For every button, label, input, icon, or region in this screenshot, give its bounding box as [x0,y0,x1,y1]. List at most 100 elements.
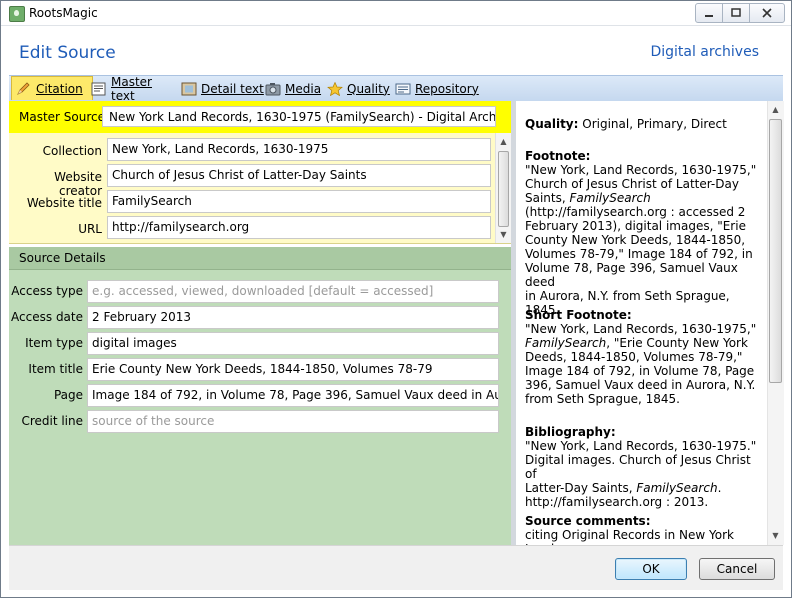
tab-label: Citation [36,81,83,96]
website-title-field[interactable]: FamilySearch [107,190,491,213]
quality-label: Quality: [525,117,579,131]
field-label: Credit line [21,414,83,428]
minimize-icon [705,15,713,17]
tab-detail-text[interactable]: Detail text [177,77,269,100]
scroll-up-icon[interactable]: ▲ [498,136,509,147]
tab-media[interactable]: Media [261,77,329,100]
footnote-text: County New York Deeds, 1844-1850, [525,233,746,247]
master-source-field[interactable]: New York Land Records, 1630-1975 (Family… [102,106,496,127]
source-details-title: Source Details [19,251,106,265]
quality-value: Original, Primary, Direct [582,117,727,131]
bibliography-block: Bibliography: "New York, Land Records, 1… [525,425,765,509]
close-button[interactable] [750,4,784,22]
master-source-label: Master Source [19,110,106,124]
quality-line: Quality: Original, Primary, Direct [525,117,765,131]
access-date-field[interactable]: 2 February 2013 [87,306,499,329]
bibliography-text: "New York, Land Records, 1630-1975." [525,439,757,453]
field-label: Page [53,388,83,402]
scroll-thumb[interactable] [498,151,509,227]
tab-label: Detail text [201,81,264,96]
bibliography-text: Digital images. Church of Jesus Christ o… [525,453,751,481]
master-fields-section: Collection New York, Land Records, 1630-… [9,133,511,244]
field-label: Access date [11,310,83,324]
page-title: Edit Source [19,43,116,63]
footnote-italic: FamilySearch [569,191,651,205]
short-footnote-text: 396, Samuel Vaux deed in Aurora, N.Y. [525,378,756,392]
bibliography-heading: Bibliography: [525,425,616,439]
pencil-icon [16,81,32,96]
scroll-down-icon[interactable]: ▼ [770,530,781,541]
field-label: Access type [11,284,83,298]
field-label: Item type [25,336,83,350]
item-type-field[interactable]: digital images [87,332,499,355]
photo-frame-icon [181,82,197,96]
scroll-up-icon[interactable]: ▲ [770,104,781,115]
tab-citation[interactable]: Citation [11,76,93,100]
collection-field[interactable]: New York, Land Records, 1630-1975 [107,138,491,161]
bibliography-text: . [717,481,722,495]
short-footnote-text: Deeds, 1844-1850, Volumes 78-79," [525,350,743,364]
url-field[interactable]: http://familysearch.org [107,216,491,239]
tab-label: Master text [111,74,152,103]
maximize-icon [731,8,741,17]
short-footnote-text: , "Erie County New York [606,336,748,350]
short-footnote-text: from Seth Sprague, 1845. [525,392,680,406]
source-type-label: Digital archives [650,44,759,60]
maximize-button[interactable] [723,4,750,22]
close-icon [762,8,772,18]
field-label: Website title [26,196,102,210]
source-details-section: Source Details Access type e.g. accessed… [9,247,511,545]
source-comments-heading: Source comments: [525,514,651,528]
cancel-button[interactable]: Cancel [699,558,775,580]
citation-panel: Master Source New York Land Records, 163… [9,101,511,545]
master-fields-scrollbar[interactable]: ▲ ▼ [495,133,511,243]
footnote-block: Footnote: "New York, Land Records, 1630-… [525,149,765,317]
tab-master-text[interactable]: Master text [87,74,183,103]
footnote-heading: Footnote: [525,149,591,163]
tree-icon [9,6,25,22]
page-field[interactable]: Image 184 of 792, in Volume 78, Page 396… [87,384,499,407]
source-comments-block: Source comments: citing Original Records… [525,514,765,545]
scroll-down-icon[interactable]: ▼ [498,229,509,240]
bibliography-text: http://familysearch.org : 2013. [525,495,709,509]
minimize-button[interactable] [696,4,723,22]
scroll-thumb[interactable] [769,119,782,383]
short-footnote-text: "New York, Land Records, 1630-1975," [525,322,757,336]
bibliography-italic: FamilySearch [636,481,718,495]
preview-scrollbar[interactable]: ▲ ▼ [767,101,784,545]
footnote-text: Volumes 78-79," Image 184 of 792, in [525,247,753,261]
source-details-header: Source Details [9,247,511,270]
tab-label: Media [285,81,322,96]
tab-label: Repository [415,81,479,96]
website-creator-field[interactable]: Church of Jesus Christ of Latter-Day Sai… [107,164,491,187]
tab-repository[interactable]: Repository [391,77,485,100]
window-title: RootsMagic [29,6,98,20]
window-controls [695,3,785,23]
footnote-text: Church of Jesus Christ of Latter-Day [525,177,739,191]
tab-quality[interactable]: Quality [323,77,397,100]
document-icon [91,82,107,96]
master-source-row: Master Source New York Land Records, 163… [9,101,511,133]
field-label: Collection [42,144,102,158]
edit-source-window: RootsMagic Edit Source Digital archives … [0,0,792,598]
field-label: URL [78,222,102,236]
footnote-text: (http://familysearch.org : accessed 2 [525,205,746,219]
dialog-footer: OK Cancel [9,545,783,590]
field-label: Website creator [54,170,102,198]
item-title-field[interactable]: Erie County New York Deeds, 1844-1850, V… [87,358,499,381]
footnote-text: February 2013), digital images, "Erie [525,219,746,233]
short-footnote-italic: FamilySearch [525,336,607,350]
footnote-text: Volume 78, Page 396, Samuel Vaux deed [525,261,738,289]
dialog-header: Edit Source Digital archives [1,26,791,74]
source-comments-text: citing Original Records in New York Land [525,528,735,545]
tab-bar: Citation Master text Detail text Media Q… [9,74,783,103]
access-type-field[interactable]: e.g. accessed, viewed, downloaded [defau… [87,280,499,303]
bibliography-text: Latter-Day Saints, [525,481,637,495]
short-footnote-heading: Short Footnote: [525,308,632,322]
card-icon [395,82,411,96]
tab-label: Quality [347,81,390,96]
ok-button[interactable]: OK [615,558,687,580]
credit-line-field[interactable]: source of the source [87,410,499,433]
camera-icon [265,82,281,96]
footnote-text: "New York, Land Records, 1630-1975," [525,163,757,177]
